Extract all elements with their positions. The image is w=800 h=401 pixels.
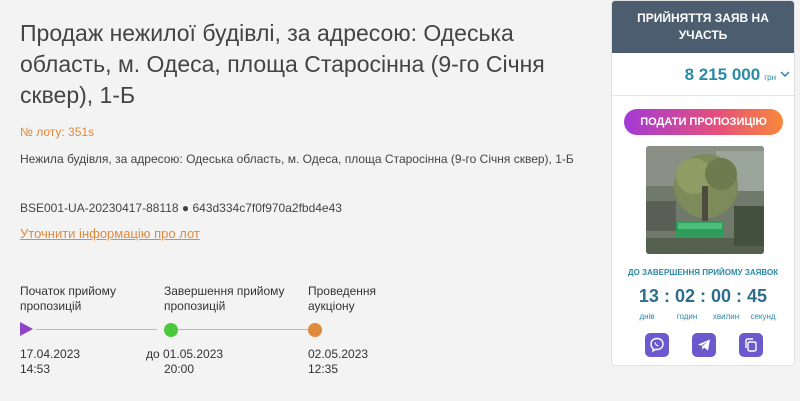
- price-row[interactable]: 8 215 000 грн: [612, 65, 794, 87]
- panel-header: Прийняття заяв на участь: [612, 1, 794, 53]
- unit-seconds: секунд: [750, 312, 776, 321]
- stage-auction-label: Проведення аукціону: [308, 284, 377, 313]
- price-value: 8 215 000 грн: [684, 65, 776, 84]
- divider: [612, 95, 794, 96]
- unit-days: днів: [639, 312, 655, 321]
- more-info-link[interactable]: Уточнити інформацію про лот: [20, 226, 200, 241]
- lot-photo[interactable]: [646, 146, 764, 254]
- chevron-down-icon[interactable]: [780, 69, 790, 79]
- stage-end-dot: [164, 323, 178, 337]
- lot-identifiers: BSE001-UA-20230417-88118 ● 643d334c7f0f9…: [20, 201, 342, 215]
- countdown-units: днів годин хвилин секунд: [612, 312, 794, 322]
- lot-title: Продаж нежилої будівлі, за адресою: Одес…: [20, 20, 545, 108]
- lot-description: Нежила будівля, за адресою: Одеська обла…: [20, 152, 574, 166]
- stage-start-date: 17.04.2023 14:53: [20, 347, 81, 376]
- countdown-days: 13: [638, 286, 659, 306]
- submit-offer-button[interactable]: Подати пропозицію: [624, 109, 783, 135]
- lot-number: № лоту: 351s: [20, 125, 95, 139]
- telegram-icon[interactable]: [692, 333, 716, 357]
- unit-hours: годин: [676, 312, 698, 321]
- countdown-seconds: 45: [747, 286, 768, 306]
- stage-auction-dot: [308, 323, 322, 337]
- currency-label: грн: [764, 73, 776, 82]
- timeline-line-2: [178, 329, 308, 330]
- stage-auction-date: 02.05.2023 12:35: [308, 347, 369, 376]
- countdown-hours: 02: [674, 286, 695, 306]
- copy-icon[interactable]: [739, 333, 763, 357]
- stage-start-label: Початок прийому пропозицій: [20, 284, 116, 313]
- timeline-line-1: [36, 329, 157, 330]
- countdown-minutes: 00: [711, 286, 732, 306]
- viber-icon[interactable]: [645, 333, 669, 357]
- unit-minutes: хвилин: [712, 312, 740, 321]
- play-icon: [20, 322, 33, 336]
- stage-end-label: Завершення прийому пропозицій: [164, 284, 285, 313]
- countdown-label: до завершення прийому заявок: [627, 268, 779, 277]
- auction-panel: Прийняття заяв на участь 8 215 000 грн По…: [611, 0, 795, 366]
- stage-end-date: до 01.05.2023 20:00: [146, 347, 224, 376]
- countdown-timer: 13 : 02 : 00 : 45: [638, 286, 768, 306]
